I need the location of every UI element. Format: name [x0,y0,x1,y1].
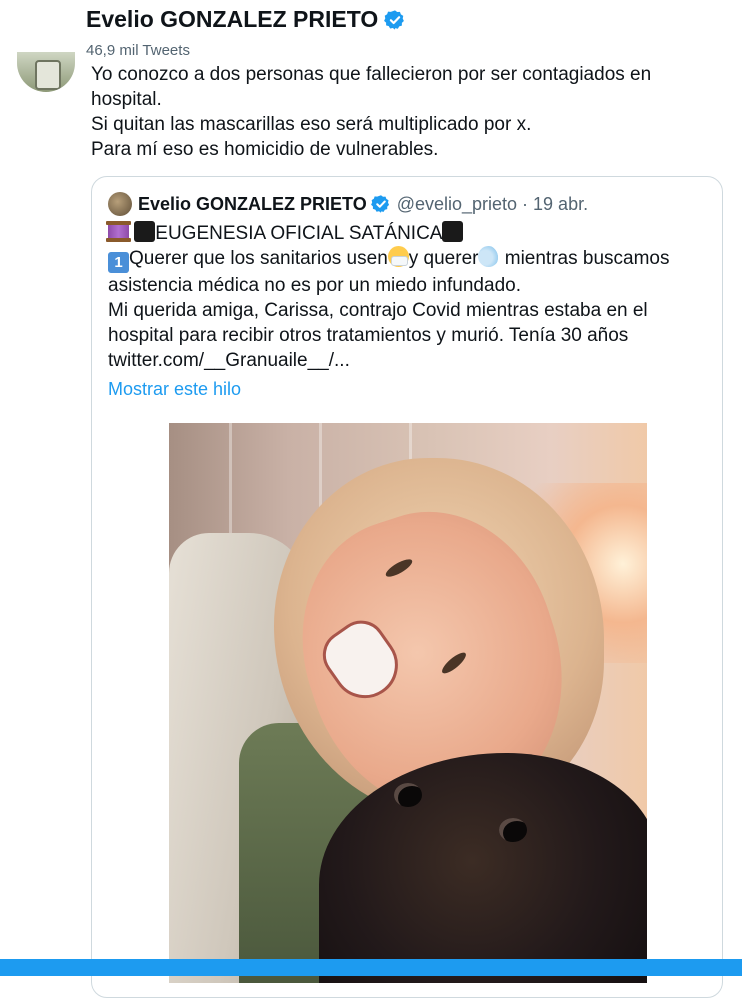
tweet-line: Yo conozco a dos personas que falleciero… [91,64,652,85]
quoted-photo[interactable] [169,423,647,983]
bottom-banner[interactable] [0,959,742,976]
quoted-text-segment: Querer que los sanitarios usen [129,248,388,269]
back-button-area[interactable] [0,0,46,44]
quoted-line-1: EUGENESIA OFICIAL SATÁNICA [106,221,708,246]
quoted-author-name[interactable]: Evelio GONZALEZ PRIETO [138,194,367,215]
profile-header: Evelio GONZALEZ PRIETO 46,9 mil Tweets [0,0,742,64]
black-square-emoji-icon [442,221,464,242]
quoted-line-5: hospital para recibir otros tratamientos… [108,325,629,346]
quoted-text-segment: y querer [408,248,479,269]
keycap-one-emoji-icon: 1 [108,252,129,273]
wind-face-emoji-icon [478,246,500,267]
avatar-image [35,60,61,90]
quoted-handle-date[interactable]: @evelio_prieto · 19 abr. [397,194,588,215]
avatar[interactable] [17,52,75,92]
verified-badge-icon [384,9,405,30]
quoted-tweet-header: Evelio GONZALEZ PRIETO @evelio_prieto · … [108,192,588,216]
photo-dog-eye [394,783,422,807]
quoted-tweet-text: EUGENESIA OFICIAL SATÁNICA 1 Querer que l… [106,221,708,373]
quoted-headline: EUGENESIA OFICIAL SATÁNICA [155,223,443,244]
quoted-tweet-card[interactable]: Evelio GONZALEZ PRIETO @evelio_prieto · … [91,176,723,998]
face-with-mask-emoji-icon [387,246,409,267]
tweet-line: Para mí eso es homicidio de vulnerables. [91,139,439,160]
quoted-text-segment: mientras buscamos [499,248,670,269]
verified-badge-icon [370,195,389,213]
quoted-avatar[interactable] [108,192,132,216]
tweet-count: 46,9 mil Tweets [86,42,190,59]
tweet-line: Si quitan las mascarillas eso será multi… [91,114,532,135]
thread-spool-emoji-icon [106,221,131,242]
tweet-text: Yo conozco a dos personas que falleciero… [91,62,731,162]
quoted-link[interactable]: twitter.com/__Granuaile__/... [108,348,708,373]
quoted-line-4: Mi querida amiga, Carissa, contrajo Covi… [108,300,648,321]
quoted-line-2: 1 Querer que los sanitarios usen y querer … [108,246,708,273]
quoted-line-3: asistencia médica no es por un miedo inf… [108,275,521,296]
profile-name-text: Evelio GONZALEZ PRIETO [86,6,379,32]
tweet-line: hospital. [91,89,162,110]
profile-name: Evelio GONZALEZ PRIETO [86,6,406,33]
photo-dog-eye [499,818,527,842]
show-thread-link[interactable]: Mostrar este hilo [108,379,241,400]
black-square-emoji-icon [134,221,156,242]
